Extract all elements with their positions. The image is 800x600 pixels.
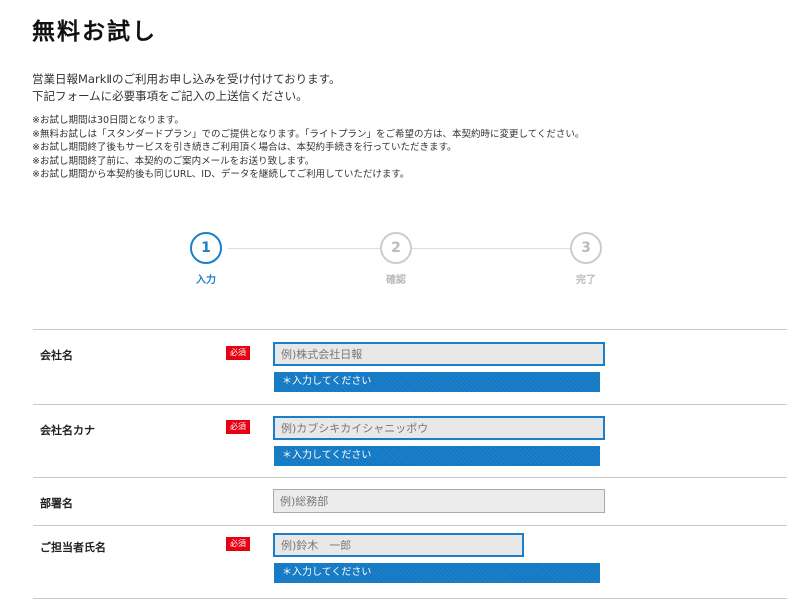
form-row-contact-name: ご担当者氏名 必須 ＊入力してください xyxy=(33,525,787,599)
company-kana-label: 会社名カナ xyxy=(40,424,95,437)
step-label: 完了 xyxy=(576,275,596,286)
step-label: 入力 xyxy=(196,275,216,286)
notes-list: ※お試し期間は30日間となります。 ※無料お試しは「スタンダードプラン」でのご提… xyxy=(32,114,584,182)
form-row-department: 部署名 xyxy=(33,477,787,525)
contact-name-label: ご担当者氏名 xyxy=(40,541,106,554)
step-connector xyxy=(228,248,380,249)
trial-form: 会社名 必須 ＊入力してください 会社名カナ 必須 ＊入力してください 部署名 … xyxy=(33,329,787,599)
form-row-company-name: 会社名 必須 ＊入力してください xyxy=(33,329,787,404)
step-number-circle: 2 xyxy=(380,232,412,264)
company-kana-input[interactable] xyxy=(273,416,605,440)
intro-line-1: 営業日報MarkⅡのご利用お申し込みを受け付けております。 xyxy=(32,72,341,86)
note-item: ※お試し期間は30日間となります。 xyxy=(32,115,184,126)
required-badge: 必須 xyxy=(226,420,250,434)
department-input[interactable] xyxy=(273,489,605,513)
note-item: ※お試し期間終了前に、本契約のご案内メールをお送り致します。 xyxy=(32,155,315,167)
progress-steps: 1 入力 2 確認 3 完了 xyxy=(0,230,800,290)
step-number-circle: 1 xyxy=(190,232,222,264)
step-confirm: 2 確認 xyxy=(366,232,426,286)
step-connector xyxy=(412,248,570,249)
required-badge: 必須 xyxy=(226,537,250,551)
note-item: ※無料お試しは「スタンダードプラン」でのご提供となります。「ライトプラン」をご希… xyxy=(32,128,585,140)
note-item: ※お試し期間から本契約後も同じURL、ID、データを継続してご利用していただけま… xyxy=(32,169,410,181)
department-label: 部署名 xyxy=(40,497,73,510)
contact-name-error: ＊入力してください xyxy=(274,563,600,583)
company-name-input[interactable] xyxy=(273,342,605,366)
company-name-label: 会社名 xyxy=(40,349,73,362)
note-item: ※お試し期間終了後もサービスを引き続きご利用頂く場合は、本契約手続きを行っていた… xyxy=(32,142,457,154)
company-kana-error: ＊入力してください xyxy=(274,446,600,466)
page-title: 無料お試し xyxy=(32,19,157,45)
step-input: 1 入力 xyxy=(176,232,236,286)
step-number-circle: 3 xyxy=(570,232,602,264)
contact-name-input[interactable] xyxy=(273,533,524,557)
trial-signup-page: 無料お試し 営業日報MarkⅡのご利用お申し込みを受け付けております。 下記フォ… xyxy=(0,0,800,600)
form-row-company-kana: 会社名カナ 必須 ＊入力してください xyxy=(33,404,787,477)
intro-text: 営業日報MarkⅡのご利用お申し込みを受け付けております。 下記フォームに必要事… xyxy=(32,71,341,105)
required-badge: 必須 xyxy=(226,346,250,360)
step-label: 確認 xyxy=(386,275,406,286)
company-name-error: ＊入力してください xyxy=(274,372,600,392)
step-complete: 3 完了 xyxy=(556,232,616,286)
intro-line-2: 下記フォームに必要事項をご記入の上送信ください。 xyxy=(32,89,308,103)
